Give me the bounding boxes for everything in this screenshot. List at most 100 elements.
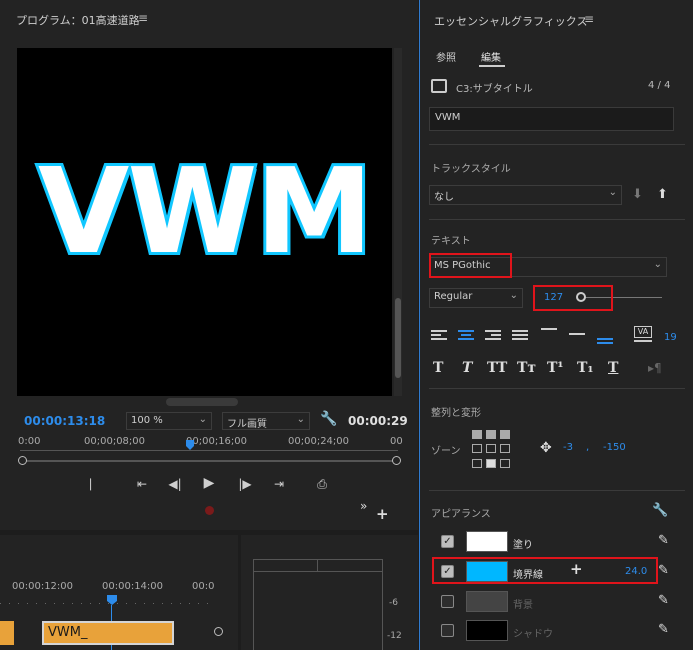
zoom-handle-left[interactable]: [18, 456, 27, 465]
fill-color-swatch[interactable]: [466, 531, 508, 552]
quality-dropdown[interactable]: フル画質 ⌄: [222, 412, 310, 430]
go-to-in-icon[interactable]: ⇤: [132, 477, 152, 491]
step-forward-icon[interactable]: |▶: [235, 477, 255, 491]
current-timecode[interactable]: 00:00:13:18: [24, 414, 105, 428]
timeline-panel: 00:00:12:00 00:00:14:00 00:0 VWM_: [0, 535, 238, 650]
track-style-dropdown[interactable]: なし ⌄: [429, 185, 622, 205]
meter-tick: -12: [387, 631, 402, 641]
meter-tick: -6: [389, 598, 398, 608]
position-x-value[interactable]: -3: [563, 442, 573, 453]
layer-name: C3:サブタイトル: [456, 84, 533, 95]
superscript-icon[interactable]: T¹: [547, 360, 564, 376]
step-back-icon[interactable]: ◀|: [165, 477, 185, 491]
all-caps-icon[interactable]: TT: [487, 360, 507, 376]
go-to-out-icon[interactable]: ⇥: [269, 477, 289, 491]
align-bottom-icon[interactable]: [597, 338, 613, 350]
play-icon[interactable]: ▶: [199, 475, 219, 491]
position-y-value[interactable]: -150: [603, 442, 626, 453]
text-section-label: テキスト: [431, 236, 471, 247]
viewer-title-text[interactable]: VWM: [17, 149, 392, 273]
viewer-vertical-scrollbar[interactable]: [394, 48, 402, 396]
tracking-icon[interactable]: VA: [634, 326, 652, 338]
zone-grid[interactable]: [472, 430, 510, 470]
fill-label: 塗り: [513, 540, 533, 551]
wrench-icon[interactable]: 🔧: [320, 411, 337, 427]
essential-graphics-panel: エッセンシャルグラフィックス ≡ 参照 編集 C3:サブタイトル 4 / 4 V…: [419, 0, 693, 650]
underline-icon[interactable]: T: [608, 360, 618, 376]
zoom-dropdown[interactable]: 100 % ⌄: [126, 412, 212, 430]
align-top-icon[interactable]: [541, 328, 557, 340]
clip-segment[interactable]: [0, 621, 14, 645]
program-panel-title: プログラム：01高速道路: [16, 14, 140, 27]
shadow-checkbox[interactable]: [441, 624, 454, 637]
timeline-clip[interactable]: VWM_: [42, 621, 174, 645]
more-controls-icon[interactable]: »: [360, 499, 367, 513]
align-center-icon[interactable]: [458, 330, 474, 342]
align-right-icon[interactable]: [485, 330, 501, 342]
faux-bold-icon[interactable]: T: [433, 360, 443, 376]
end-timecode: 00:00:29: [348, 414, 408, 428]
background-label: 背景: [513, 600, 533, 611]
shadow-color-swatch[interactable]: [466, 620, 508, 641]
eyedropper-icon[interactable]: ✎: [658, 622, 669, 637]
fill-checkbox[interactable]: ✓: [441, 535, 454, 548]
push-style-up-icon[interactable]: ⬆: [657, 187, 668, 202]
meter-frame: [253, 559, 383, 650]
font-highlight-box: [429, 253, 512, 278]
meter-line: [253, 571, 383, 572]
eyedropper-icon[interactable]: ✎: [658, 563, 669, 578]
viewer-horizontal-scrollbar[interactable]: [166, 398, 238, 406]
clip-label: VWM_: [48, 625, 88, 640]
chevron-down-icon: ⌄: [509, 290, 518, 301]
tracking-value[interactable]: 19: [664, 332, 677, 343]
zoom-value: 100 %: [131, 415, 163, 426]
add-button-icon[interactable]: +: [376, 505, 389, 523]
program-time-ruler[interactable]: 0:00 00;00;08;00 00;00;16;00 00;00;24;00…: [18, 436, 403, 450]
text-layer-input[interactable]: VWM: [429, 107, 674, 131]
eyedropper-icon[interactable]: ✎: [658, 533, 669, 548]
audio-meter-panel: -6 -12: [241, 535, 418, 650]
shadow-label: シャドウ: [513, 629, 553, 640]
wrench-icon[interactable]: 🔧: [652, 503, 668, 518]
timeline-ruler-label: 00:00:14:00: [102, 581, 164, 592]
font-style-dropdown[interactable]: Regular ⌄: [429, 288, 523, 308]
align-left-icon[interactable]: [431, 330, 447, 342]
track-style-value: なし: [434, 192, 454, 203]
push-style-down-icon[interactable]: ⬇: [632, 187, 643, 202]
timeline-ticks: [0, 603, 212, 604]
divider: [429, 388, 685, 389]
tab-browse[interactable]: 参照: [436, 49, 456, 64]
video-viewer[interactable]: VWM: [17, 48, 392, 396]
text-direction-icon[interactable]: ▸¶: [648, 361, 662, 375]
zone-label: ゾーン: [431, 446, 461, 457]
eg-panel-title: エッセンシャルグラフィックス: [434, 15, 588, 28]
stroke-highlight-box: [432, 557, 658, 584]
mark-in-icon[interactable]: ⎸: [86, 477, 106, 492]
faux-italic-icon[interactable]: T: [462, 360, 472, 376]
tab-edit[interactable]: 編集: [481, 49, 501, 64]
chevron-down-icon: ⌄: [198, 414, 207, 425]
export-frame-icon[interactable]: ⎙: [312, 477, 332, 492]
meter-divider: [317, 559, 318, 572]
eyedropper-icon[interactable]: ✎: [658, 593, 669, 608]
zoom-handle-right[interactable]: [392, 456, 401, 465]
timeline-scroll-handle[interactable]: [214, 627, 223, 636]
subscript-icon[interactable]: T₁: [577, 360, 594, 376]
layer-count: 4 / 4: [648, 80, 671, 91]
text-layer-value: VWM: [435, 112, 461, 123]
small-caps-icon[interactable]: Tт: [517, 360, 536, 376]
ruler-label: 0:00: [18, 436, 41, 447]
position-move-icon: ✥: [540, 440, 552, 456]
align-middle-icon[interactable]: [569, 333, 585, 345]
track-style-label: トラックスタイル: [431, 164, 511, 175]
font-size-highlight-box: [533, 285, 613, 311]
justify-icon[interactable]: [512, 330, 528, 342]
record-icon[interactable]: [205, 506, 214, 515]
ruler-label: 00;00;24;00: [288, 436, 350, 447]
background-checkbox[interactable]: [441, 595, 454, 608]
background-color-swatch[interactable]: [466, 591, 508, 612]
panel-menu-icon[interactable]: ≡: [584, 12, 594, 26]
panel-menu-icon[interactable]: ≡: [138, 11, 148, 25]
program-monitor-panel: プログラム：01高速道路 ≡ VWM 00:00:13:18 100 % ⌄ フル…: [0, 0, 418, 530]
zoom-bar[interactable]: [20, 460, 398, 462]
